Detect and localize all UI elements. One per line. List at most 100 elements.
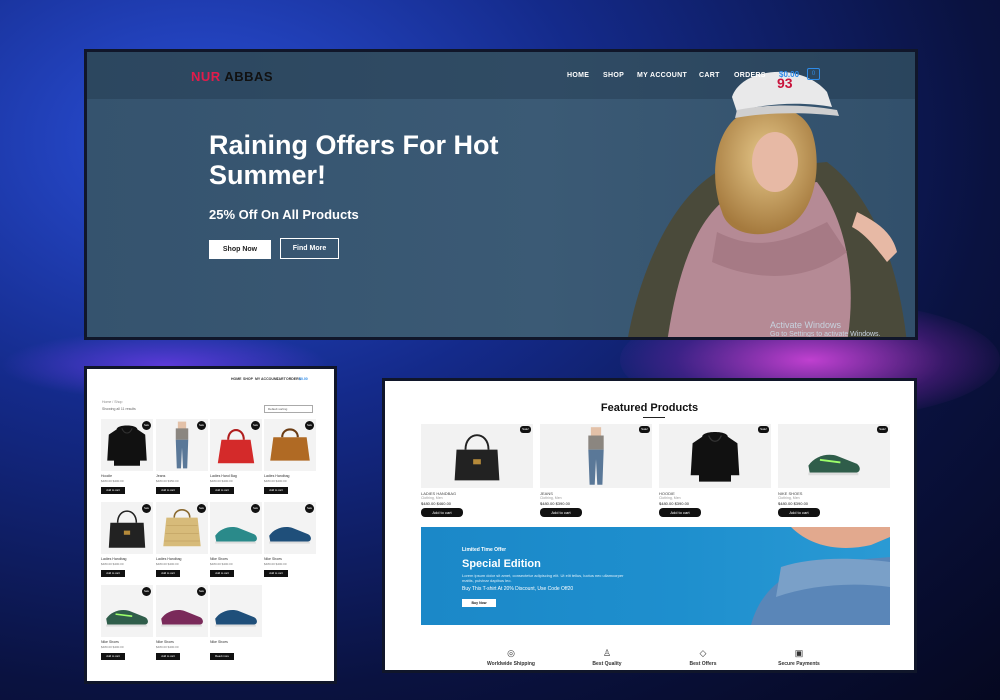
shop-nav-shop[interactable]: SHOP [243,377,253,381]
banner-title: Special Edition [462,558,541,570]
add-to-cart-button[interactable]: Add to cart [264,570,288,577]
shop-nav-home[interactable]: HOME [231,377,242,381]
sale-badge: Sale [305,421,314,430]
product-card[interactable]: Sale Ladies Hand Bag $480.00 $400.00 Add to… [210,419,262,497]
product-name[interactable]: Nike Shoes [156,640,174,644]
product-image[interactable]: Sale [156,585,208,637]
read-more-button[interactable]: Read more [210,653,234,660]
breadcrumb: Home / Shop [102,400,123,404]
feature-item: ▣ Secure Payments [759,648,839,667]
product-name[interactable]: Nike Shoes [101,640,119,644]
product-name[interactable]: Hoodie [101,474,112,478]
product-image[interactable] [210,585,262,637]
nav-home[interactable]: HOME [567,72,589,79]
product-price: $480.00 $390.00 [540,501,571,506]
feature-label: Secure Payments [778,661,820,667]
title-underline [643,417,665,418]
product-image[interactable]: Sale! [421,424,533,488]
product-image[interactable]: Sale [101,585,153,637]
banner-offer-text: Buy This T-shirt At 20% Discount, Use Co… [462,586,574,592]
shirt-icon: ♙ [602,648,612,658]
add-to-cart-button[interactable]: Add to cart [778,508,820,517]
add-to-cart-button[interactable]: Add to cart [101,653,125,660]
product-name[interactable]: Ladies Hand Bag [210,474,237,478]
find-more-button[interactable]: Find More [280,238,339,259]
add-to-cart-button[interactable]: Add to cart [210,487,234,494]
banner-small-text: Limited Time Offer [462,547,507,553]
special-edition-banner: Limited Time Offer Special Edition Lorem… [421,527,890,625]
product-image[interactable]: Sale [210,419,262,471]
product-name[interactable]: Nike Shoes [210,557,228,561]
buy-now-button[interactable]: Buy Now [462,599,496,607]
product-image[interactable]: Sale [101,502,153,554]
add-to-cart-button[interactable]: Add to cart [156,653,180,660]
product-price: $480.00 $400.00 [156,562,179,566]
product-price: $480.00 $400.00 [156,645,179,649]
nav-shop[interactable]: SHOP [603,72,624,79]
add-to-cart-button[interactable]: Add to cart [421,508,463,517]
product-card[interactable]: Sale Nike Shoes $480.00 $400.00 Add to cart [101,585,153,663]
shop-now-button[interactable]: Shop Now [209,240,271,259]
add-to-cart-button[interactable]: Add to cart [101,570,125,577]
product-image[interactable]: Sale [264,419,316,471]
product-image[interactable]: Sale [156,502,208,554]
add-to-cart-button[interactable]: Add to cart [659,508,701,517]
lock-icon: ▣ [794,648,804,658]
product-card[interactable]: Sale Ladies Handbag $480.00 $400.00 Add to … [156,502,208,580]
product-card[interactable]: Sale Ladies Handbag $480.00 $400.00 Add to … [101,502,153,580]
add-to-cart-button[interactable]: Add to cart [540,508,582,517]
product-name[interactable]: Jeans [156,474,165,478]
product-card[interactable]: Nike Shoes Read more [210,585,262,663]
product-name[interactable]: Nike Shoes [264,557,282,561]
product-image[interactable]: Sale [101,419,153,471]
activate-line1: Activate Windows [770,320,842,330]
add-to-cart-button[interactable]: Add to cart [264,487,288,494]
add-to-cart-button[interactable]: Add to cart [156,570,180,577]
product-price: $480.00 $390.00 [659,501,690,506]
nav-cart[interactable]: CART [699,72,720,79]
activate-line2: Go to Settings to activate Windows. [770,331,881,338]
product-price: $480.00 $400.00 [264,479,287,483]
product-name[interactable]: Ladies Handbag [101,557,127,561]
logo-part2: ABBAS [224,69,274,84]
cart-total[interactable]: $0.00 [779,70,799,79]
product-card[interactable]: Sale Nike Shoes $480.00 $400.00 Add to cart [156,585,208,663]
product-image[interactable]: Sale! [659,424,771,488]
product-card[interactable]: Sale Hoodie $480.00 $400.00 Add to cart [101,419,153,497]
product-name[interactable]: Ladies Handbag [156,557,182,561]
sort-select[interactable]: Default sorting [264,405,313,413]
add-to-cart-button[interactable]: Add to cart [156,487,180,494]
product-price: $480.00 $400.00 [101,562,124,566]
product-card[interactable]: Sale Nike Shoes $480.00 $400.00 Add to cart [264,502,316,580]
sale-badge: Sale [142,504,151,513]
product-image[interactable]: Sale [156,419,208,471]
shop-nav-account[interactable]: MY ACCOUNT [255,377,279,381]
product-card[interactable]: Sale Ladies Handbag $480.00 $400.00 Add to … [264,419,316,497]
shop-nav-cart[interactable]: CART [276,377,286,381]
product-category: Clothing, Men [659,496,681,500]
cart-count-icon[interactable]: 0 [807,68,820,80]
shop-nav-cart-total[interactable]: $0.00 [299,377,308,381]
sale-badge: Sale! [758,426,769,433]
feature-item: ♙ Best Quality [567,648,647,667]
add-to-cart-button[interactable]: Add to cart [101,487,125,494]
hero-screenshot: 93 NUR ABBAS HOME SHOP MY ACCOUNT CART O… [84,49,918,340]
feature-item: ◎ Worldwide Shipping [471,648,551,667]
product-category: Clothing, Men [421,496,443,500]
nav-orders[interactable]: ORDERS [734,72,766,79]
feature-label: Best Offers [689,661,717,667]
product-card[interactable]: Sale Jeans $480.00 $350.00 Add to cart [156,419,208,497]
product-image[interactable]: Sale! [540,424,652,488]
product-image[interactable]: Sale [264,502,316,554]
product-image[interactable]: Sale! [778,424,890,488]
shop-page-screenshot: HOME SHOP MY ACCOUNT CART ORDERS $0.00 H… [84,366,337,684]
product-name[interactable]: Ladies Handbag [264,474,290,478]
product-image[interactable]: Sale [210,502,262,554]
product-card[interactable]: Sale Nike Shoes $480.00 $400.00 Add to cart [210,502,262,580]
sale-badge: Sale! [639,426,650,433]
site-logo[interactable]: NUR ABBAS [191,69,273,84]
add-to-cart-button[interactable]: Add to cart [210,570,234,577]
product-name[interactable]: Nike Shoes [210,640,228,644]
nav-my-account[interactable]: MY ACCOUNT [637,72,687,79]
hero-model-image: 93 [628,71,907,337]
